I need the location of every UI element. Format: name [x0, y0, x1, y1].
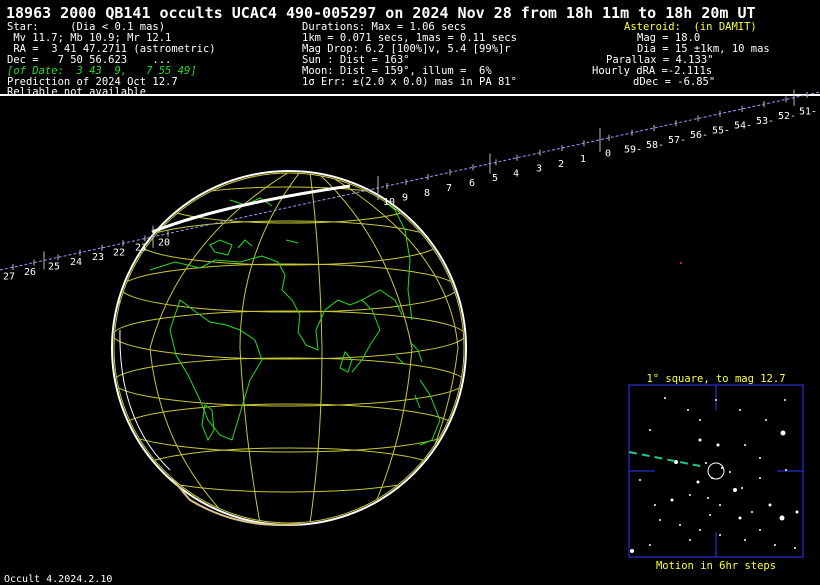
track-tick-label: 0 [605, 149, 611, 160]
star-dot [759, 477, 761, 479]
track-tick-label: 9 [402, 193, 408, 204]
marker-dot [680, 262, 682, 264]
star-chart-inset: 1° square, to mag 12.7 Motion in 6hr ste… [628, 373, 804, 572]
track-tick-label: 58- [646, 140, 664, 151]
star-dot [739, 409, 741, 411]
star-dot [779, 515, 785, 521]
star-dot [699, 419, 701, 421]
star-dot [774, 544, 776, 546]
track-tick-label: 25 [48, 262, 60, 273]
star-dot [729, 471, 731, 473]
star-dot [768, 503, 772, 507]
star-dot [719, 534, 721, 536]
star-dot [696, 480, 700, 484]
track-tick-label: 22 [113, 247, 125, 258]
star-dot [649, 544, 651, 546]
star-dot [679, 524, 681, 526]
track-tick-label: 7 [446, 183, 452, 194]
track-tick-label: 20 [158, 238, 170, 249]
track-tick-label: 26 [24, 267, 36, 278]
star-dot [639, 479, 641, 481]
track-tick-label: 8 [424, 188, 430, 199]
star-dot [630, 549, 634, 553]
star-dot [707, 497, 709, 499]
star-dot [664, 397, 666, 399]
track-tick-label: 53- [756, 116, 774, 127]
star-dot [738, 516, 742, 520]
star-dot [687, 409, 689, 411]
star-dot [784, 399, 786, 401]
version-label: Occult 4.2024.2.10 [4, 574, 113, 585]
track-tick-label: 2 [558, 159, 564, 170]
earth-globe [113, 172, 465, 524]
star-dot [649, 429, 651, 431]
star-dot [670, 498, 674, 502]
track-tick-label: 55- [712, 125, 730, 136]
star-dot [759, 529, 761, 531]
star-dot [785, 469, 787, 471]
star-dot [716, 443, 720, 447]
star-dot [751, 511, 753, 513]
track-tick-label: 51- [799, 107, 817, 118]
track-tick-label: 52- [778, 111, 796, 122]
track-tick-label: 23 [92, 252, 104, 263]
track-tick-label: 59- [624, 145, 642, 156]
track-tick-label: 57- [668, 135, 686, 146]
star-dot [780, 430, 786, 436]
star-dot [765, 419, 767, 421]
star-dot [705, 462, 707, 464]
star-dot [719, 504, 721, 506]
track-tick-label: 24 [70, 257, 82, 268]
star-dot [744, 444, 746, 446]
track-tick-label: 6 [469, 178, 475, 189]
star-dot [689, 494, 691, 496]
star-dot [715, 399, 717, 401]
track-tick-label: 4 [513, 169, 519, 180]
track-tick-label: 56- [690, 130, 708, 141]
track-tick-label: 27 [3, 271, 15, 282]
starchart-title: 1° square, to mag 12.7 [646, 373, 785, 385]
track-tick-label: 54- [734, 121, 752, 132]
star-dot [654, 504, 656, 506]
track-tick-label: 5 [492, 173, 498, 184]
star-dot [795, 510, 799, 514]
star-dot [689, 539, 691, 541]
track-tick-label: 3 [536, 164, 542, 175]
occultation-window: 18963 2000 QB141 occults UCAC4 490-00529… [0, 0, 820, 585]
star-dot [744, 539, 746, 541]
track-tick-label: 1 [580, 154, 586, 165]
track-tick-label: 21 [135, 243, 147, 254]
star-dot [659, 519, 661, 521]
star-dot [709, 514, 711, 516]
track-tick-label: 10 [383, 197, 395, 208]
star-dot [759, 457, 761, 459]
star-dot [699, 529, 701, 531]
starchart-footer: Motion in 6hr steps [656, 560, 776, 572]
globe-plot: 27 26 25 24 23 22 21 2010 9 8 7 6 5 4 3 2 1 0 59- 58- 57- 56-… [0, 89, 820, 572]
star-dot [741, 487, 743, 489]
star-dot [698, 438, 702, 442]
star-dot [794, 547, 796, 549]
star-dot [733, 488, 737, 492]
